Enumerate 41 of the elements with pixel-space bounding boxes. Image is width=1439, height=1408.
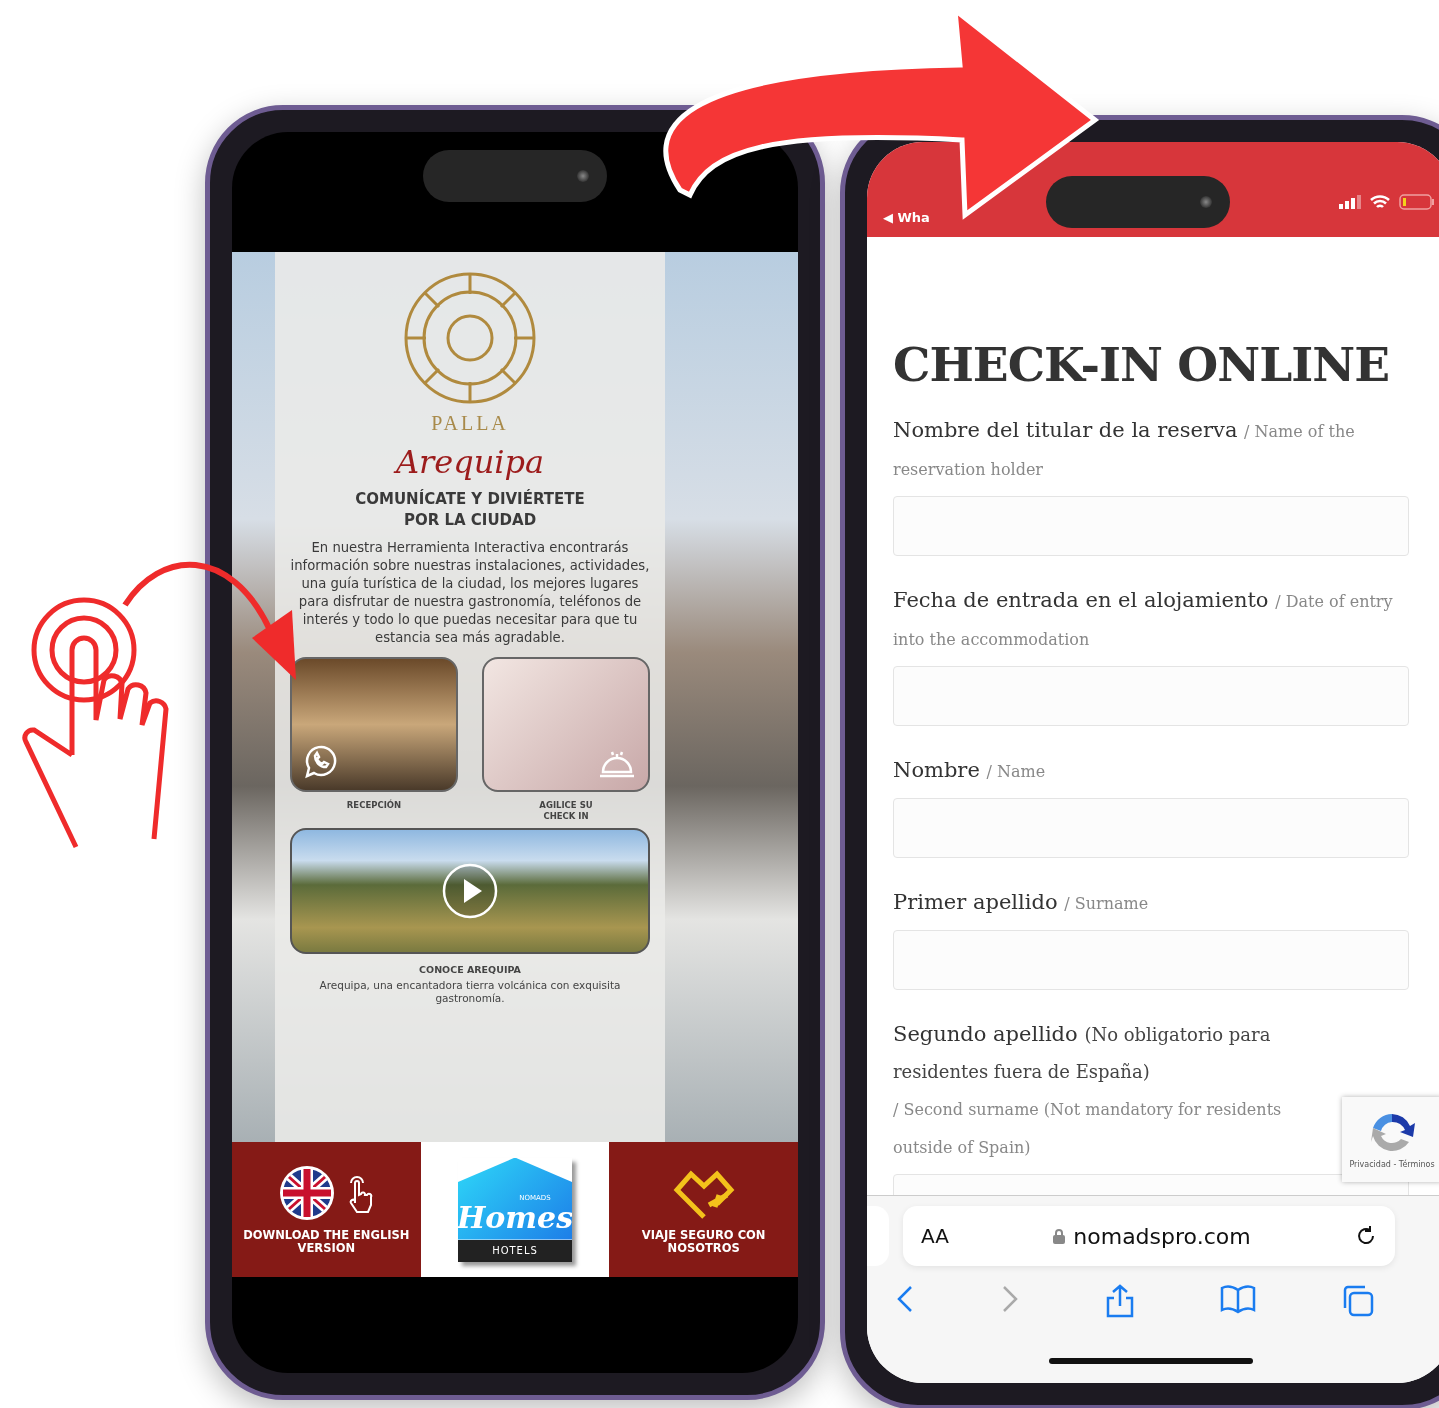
battery-icon — [1399, 194, 1435, 210]
video-caption: Arequipa, una encantadora tierra volcánica con exquisita gastronomía. — [318, 979, 622, 1005]
photo-placeholder[interactable] — [482, 657, 650, 792]
share-icon[interactable] — [1105, 1284, 1135, 1318]
tabs-icon[interactable] — [1341, 1284, 1375, 1318]
field-label: Fecha de entrada en el alojamiento / Date of entry into the accommodation — [893, 587, 1394, 651]
brand-name: PALLA — [431, 412, 509, 435]
wifi-icon — [1369, 194, 1391, 210]
page-title: CHECK-IN ONLINE — [893, 337, 1390, 392]
card-label: RECEPCIÓN — [345, 800, 403, 811]
back-icon[interactable] — [895, 1284, 915, 1314]
chat-phone-icon — [302, 744, 338, 780]
address-bar[interactable]: AA nomadspro.com — [903, 1206, 1395, 1266]
field-label: Primer apellido / Surname — [893, 889, 1150, 916]
signal-icon — [1339, 195, 1361, 209]
text-size-button[interactable]: AA — [921, 1224, 949, 1248]
headline: COMUNÍCATE Y DIVIÉRTETE POR LA CIUDAD — [354, 489, 586, 531]
input-field[interactable] — [893, 930, 1409, 990]
input-field[interactable] — [893, 666, 1409, 726]
city-title: Arequipa — [395, 443, 545, 481]
forward-icon[interactable] — [1000, 1284, 1020, 1314]
field-label: Segundo apellido (No obligatorio para residentes fuera de España) / Second surname (Not mandatory for residents outside of Spain) — [893, 1021, 1283, 1159]
field-label: Nombre / Name — [893, 757, 1047, 784]
input-field[interactable] — [893, 798, 1409, 858]
intro-text: En nuestra Herramienta Interactiva encontrarás información sobre nuestras instalaciones, actividades, una guía turística de la ciudad, los mejores lugares para disfrutar de nuestra gastronomía, teléfonos de interés y todo lo que puedas necesitar para que tu estancia sea más agradable. — [289, 539, 651, 647]
recaptcha-badge: Privacidad - Términos — [1342, 1097, 1439, 1182]
field-label: Nombre del titular de la reserva / Name of the reservation holder — [893, 417, 1356, 481]
video-title: CONOCE AREQUIPA — [419, 964, 521, 975]
photo-placeholder[interactable] — [290, 657, 458, 792]
bottom-tile[interactable]: VIAJE SEGURO CON NOSOTROS — [609, 1142, 798, 1277]
union-flag-icon — [279, 1164, 336, 1221]
bookmarks-icon[interactable] — [1220, 1284, 1256, 1314]
reload-icon[interactable] — [1355, 1225, 1377, 1247]
input-field[interactable] — [893, 496, 1409, 556]
play-icon — [442, 863, 498, 919]
video-thumbnail[interactable] — [290, 828, 650, 954]
back-link[interactable]: ◀ Wha — [883, 209, 930, 225]
bottom-tile[interactable]: DOWNLOAD THE ENGLISH VERSION — [232, 1142, 421, 1277]
card-label: AGILICE SU CHECK IN — [538, 800, 594, 822]
lock-icon — [1053, 1228, 1066, 1244]
url-text: nomadspro.com — [1053, 1223, 1251, 1249]
